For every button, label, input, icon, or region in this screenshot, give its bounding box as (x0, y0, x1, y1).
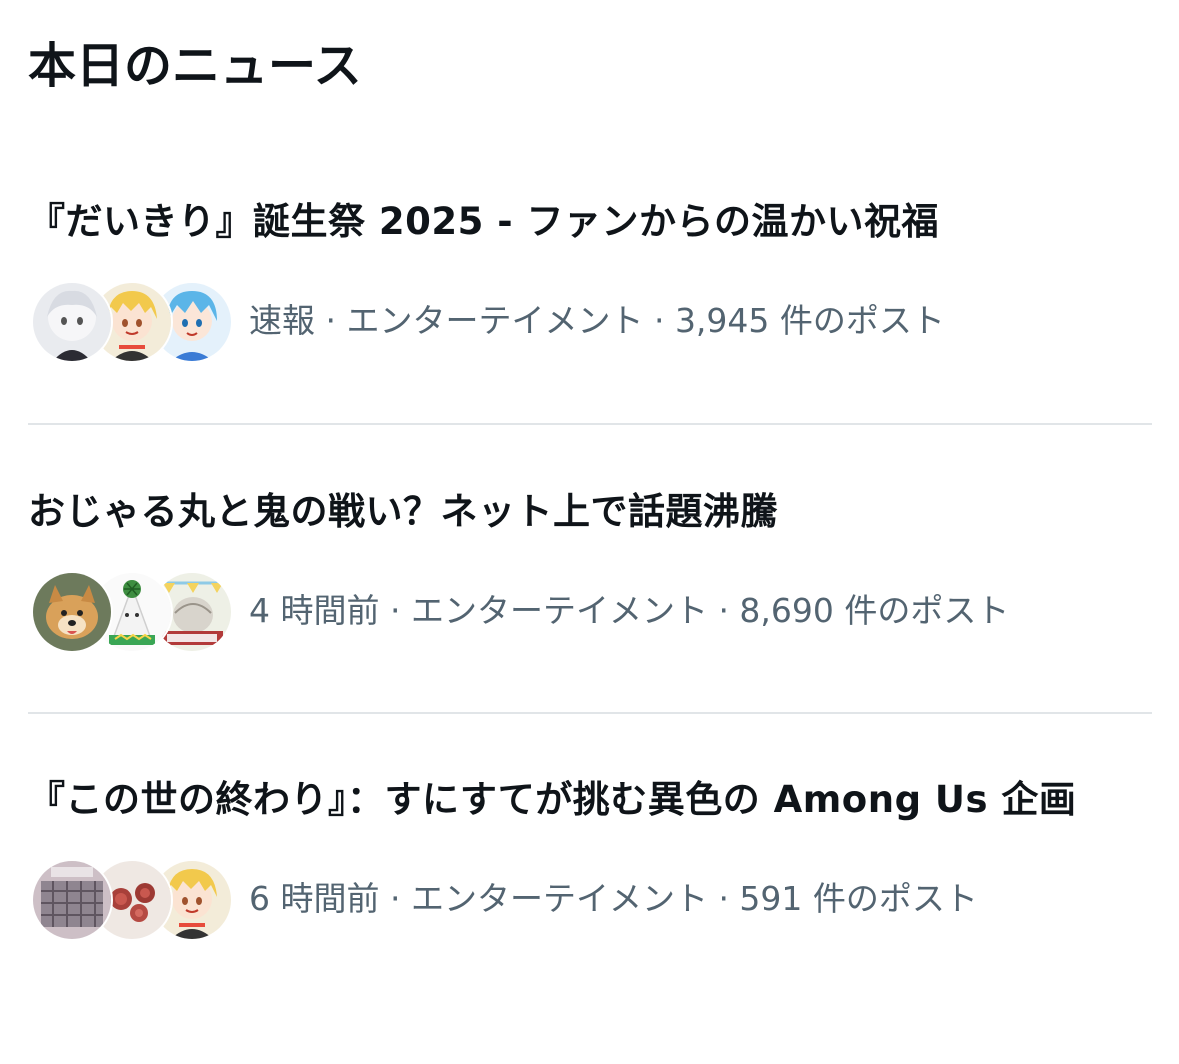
news-headline[interactable]: 『だいきり』誕生祭 2025 - ファンからの温かい祝福 (28, 196, 939, 248)
news-meta: 6 時間前 · エンターテイメント · 591 件のポスト (249, 879, 978, 918)
avatar-stack (31, 570, 233, 653)
news-meta-row: 4 時間前 · エンターテイメント · 8,690 件のポスト (31, 570, 1010, 653)
section-title: 本日のニュース (28, 38, 362, 94)
divider (28, 423, 1152, 425)
news-item[interactable]: おじゃる丸と鬼の戦い？ネット上で話題沸騰 4 時間前 · エンターテイメント ·… (0, 486, 1179, 776)
news-item[interactable]: 『この世の終わり』：すにすてが挑む異色の Among Us 企画 6 時間前 ·… (0, 774, 1179, 1064)
plaid-clothing-photo-avatar (31, 859, 113, 941)
divider (28, 712, 1152, 714)
news-meta: 4 時間前 · エンターテイメント · 8,690 件のポスト (249, 591, 1010, 630)
news-meta: 速報 · エンターテイメント · 3,945 件のポスト (249, 301, 945, 340)
avatar-stack (31, 858, 233, 941)
news-meta-row: 速報 · エンターテイメント · 3,945 件のポスト (31, 280, 945, 363)
news-headline[interactable]: おじゃる丸と鬼の戦い？ネット上で話題沸騰 (28, 486, 778, 538)
news-headline[interactable]: 『この世の終わり』：すにすてが挑む異色の Among Us 企画 (28, 774, 1076, 826)
news-item[interactable]: 『だいきり』誕生祭 2025 - ファンからの温かい祝福 速報 · エンターテイ… (0, 196, 1179, 486)
dog-photo-avatar (31, 571, 113, 653)
news-meta-row: 6 時間前 · エンターテイメント · 591 件のポスト (31, 858, 978, 941)
avatar-stack (31, 280, 233, 363)
white-haired-anime-character-avatar (31, 281, 113, 363)
